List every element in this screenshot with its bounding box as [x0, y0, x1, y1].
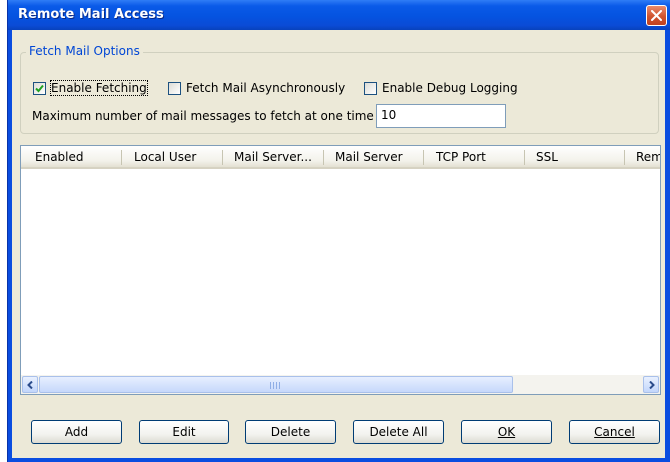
- ok-button[interactable]: OK: [461, 420, 552, 444]
- scrollbar-thumb[interactable]: [39, 376, 513, 393]
- list-header: Enabled Local User Mail Server... Mail S…: [21, 146, 660, 169]
- close-icon: [651, 10, 662, 21]
- column-divider[interactable]: [121, 150, 122, 165]
- close-button[interactable]: [646, 5, 667, 26]
- column-divider[interactable]: [524, 150, 525, 165]
- enable-fetching-label[interactable]: Enable Fetching: [50, 80, 148, 96]
- column-divider[interactable]: [222, 150, 223, 165]
- title-bar[interactable]: Remote Mail Access: [8, 0, 670, 30]
- fetch-async-checkbox[interactable]: [168, 82, 181, 95]
- max-messages-label: Maximum number of mail messages to fetch…: [32, 109, 374, 123]
- delete-button[interactable]: Delete: [245, 420, 336, 444]
- enable-fetching-checkbox[interactable]: [33, 82, 46, 95]
- max-messages-input[interactable]: 10: [376, 104, 506, 128]
- column-divider[interactable]: [323, 150, 324, 165]
- ok-button-label: OK: [497, 425, 516, 439]
- list-body[interactable]: [21, 169, 660, 371]
- column-header-ssl[interactable]: SSL: [536, 150, 558, 164]
- right-arrow-icon: [649, 381, 655, 389]
- mail-accounts-list[interactable]: Enabled Local User Mail Server... Mail S…: [20, 145, 661, 395]
- remote-mail-access-window: Remote Mail Access Fetch Mail Options En…: [7, 0, 670, 462]
- column-header-mail-server[interactable]: Mail Server: [335, 150, 403, 164]
- column-header-enabled[interactable]: Enabled: [35, 150, 84, 164]
- add-button[interactable]: Add: [31, 420, 122, 444]
- column-header-local-user[interactable]: Local User: [134, 150, 196, 164]
- cancel-button[interactable]: Cancel: [569, 420, 660, 444]
- column-header-remote[interactable]: Rem: [636, 150, 660, 164]
- debug-logging-label[interactable]: Enable Debug Logging: [382, 81, 518, 95]
- fetch-async-label[interactable]: Fetch Mail Asynchronously: [186, 81, 345, 95]
- column-header-tcp-port[interactable]: TCP Port: [436, 150, 486, 164]
- delete-all-button[interactable]: Delete All: [353, 420, 444, 444]
- cancel-button-label: Cancel: [594, 425, 635, 439]
- debug-logging-checkbox[interactable]: [364, 82, 377, 95]
- scroll-right-button[interactable]: [643, 376, 659, 393]
- edit-button[interactable]: Edit: [139, 420, 229, 444]
- column-divider[interactable]: [423, 150, 424, 165]
- column-header-mail-server-type[interactable]: Mail Server...: [234, 150, 312, 164]
- grip-icon: [270, 382, 282, 389]
- scroll-left-button[interactable]: [22, 376, 38, 393]
- column-divider[interactable]: [624, 150, 625, 165]
- left-arrow-icon: [27, 381, 33, 389]
- dialog-client-area: Fetch Mail Options Enable Fetching Fetch…: [12, 30, 665, 458]
- fetch-mail-options-label: Fetch Mail Options: [26, 44, 143, 58]
- window-title: Remote Mail Access: [18, 7, 164, 22]
- checkmark-icon: [35, 84, 44, 93]
- horizontal-scrollbar[interactable]: [21, 375, 660, 394]
